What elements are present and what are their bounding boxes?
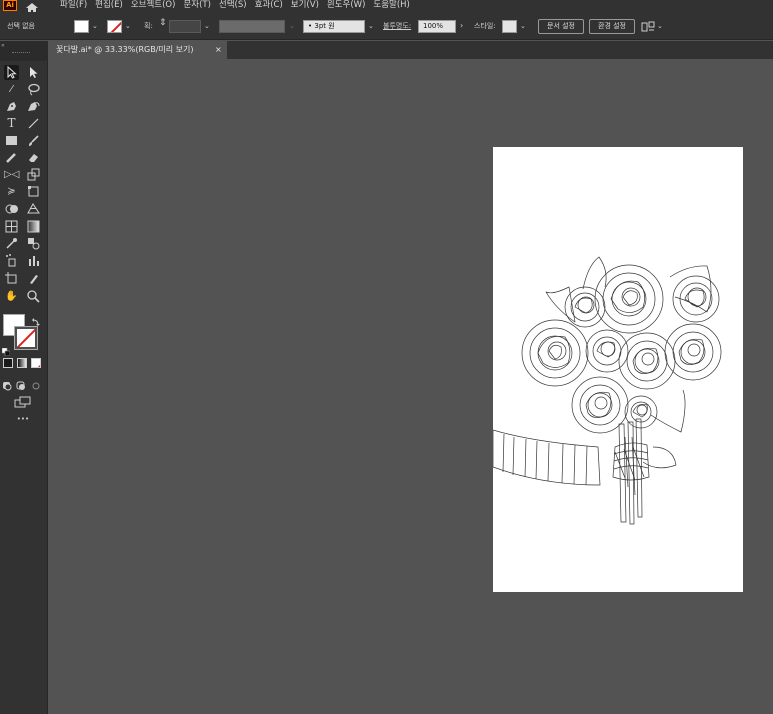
- mesh-tool-icon[interactable]: [4, 219, 19, 234]
- brush-definition[interactable]: • 3pt 원: [303, 20, 365, 33]
- color-mode-button[interactable]: [3, 358, 13, 368]
- column-graph-icon[interactable]: [26, 253, 41, 268]
- magic-wand-glyph: ⁄: [10, 84, 13, 95]
- symbol-sprayer-icon[interactable]: [4, 253, 19, 268]
- style-label: 스타일:: [474, 22, 496, 30]
- menu-items: 파일(F) 편집(E) 오브젝트(O) 문자(T) 선택(S) 효과(C) 보기…: [60, 0, 410, 11]
- line-tool-icon[interactable]: [26, 116, 41, 131]
- fill-swatch[interactable]: [74, 20, 89, 33]
- chevron-down-icon[interactable]: ⌄: [125, 21, 131, 31]
- gradient-mode-button[interactable]: [17, 358, 27, 368]
- shape-builder-icon[interactable]: [4, 201, 19, 216]
- close-icon[interactable]: ×: [215, 41, 222, 59]
- free-transform-icon[interactable]: [26, 184, 41, 199]
- menu-file[interactable]: 파일(F): [60, 0, 87, 11]
- document-tab-title: 꽃다발.ai* @ 33.33%(RGB/미리 보기): [56, 45, 194, 54]
- rectangle-tool-icon[interactable]: [4, 133, 19, 148]
- home-icon[interactable]: [24, 0, 40, 13]
- menu-bar: Ai 파일(F) 편집(E) 오브젝트(O) 문자(T) 선택(S) 효과(C)…: [0, 0, 773, 13]
- menu-window[interactable]: 윈도우(W): [327, 0, 366, 11]
- paintbrush-icon[interactable]: [26, 133, 41, 148]
- preferences-button[interactable]: 환경 설정: [589, 19, 635, 34]
- artboard-tool-icon[interactable]: [4, 271, 19, 286]
- document-tab[interactable]: 꽃다발.ai* @ 33.33%(RGB/미리 보기): [49, 41, 227, 59]
- stroke-weight-input[interactable]: [169, 20, 201, 33]
- style-swatch[interactable]: [502, 20, 517, 33]
- edit-toolbar-button[interactable]: •••: [14, 414, 32, 424]
- control-bar: 선택 없음 ⌄ ⌄ 획: ⇕ ⌄ ⌄ • 3pt 원 ⌄ 불투명도: 100% …: [0, 12, 773, 40]
- menu-help[interactable]: 도움말(H): [373, 0, 409, 11]
- width-glyph: ≽: [7, 186, 16, 197]
- chevron-down-icon: ⌄: [289, 22, 295, 30]
- pen-tool-icon[interactable]: [4, 99, 19, 114]
- type-tool-icon[interactable]: T: [4, 116, 19, 131]
- stroke-color-box[interactable]: [14, 326, 38, 350]
- scale-icon[interactable]: [26, 167, 41, 182]
- chevron-down-icon[interactable]: ⌄: [368, 21, 374, 31]
- menu-effect[interactable]: 효과(C): [255, 0, 283, 11]
- screen-mode-icon[interactable]: [14, 393, 32, 408]
- chevron-down-icon[interactable]: ⌄: [204, 21, 210, 31]
- stroke-weight-label: 획:: [144, 22, 153, 30]
- perspective-grid-icon[interactable]: [26, 201, 41, 216]
- gradient-tool-icon[interactable]: [26, 219, 41, 234]
- lasso-icon[interactable]: [26, 82, 41, 97]
- menu-view[interactable]: 보기(V): [291, 0, 319, 11]
- zoom-tool-icon[interactable]: [26, 289, 41, 304]
- canvas-area[interactable]: [49, 59, 773, 714]
- swap-colors-icon[interactable]: [31, 312, 41, 326]
- menu-object[interactable]: 오브젝트(O): [131, 0, 176, 11]
- hand-tool-icon[interactable]: ✋: [4, 289, 19, 304]
- eraser-icon[interactable]: [26, 150, 41, 165]
- variable-width-profile[interactable]: [219, 20, 285, 33]
- opacity-input[interactable]: 100%: [418, 20, 456, 33]
- panel-grip[interactable]: [12, 52, 30, 54]
- shaper-icon[interactable]: [4, 150, 19, 165]
- direct-selection-tool-icon[interactable]: [26, 65, 41, 80]
- menu-edit[interactable]: 편집(E): [95, 0, 123, 11]
- arrange-documents-icon[interactable]: [641, 19, 655, 33]
- tools-panel-header: «: [0, 41, 48, 61]
- tools-panel: « ⁄ T ▷◁ ≽ ✋ •••: [0, 41, 48, 714]
- rotate-icon[interactable]: ▷◁: [4, 167, 19, 182]
- brush-value: 3pt 원: [314, 22, 335, 30]
- menu-select[interactable]: 선택(S): [219, 0, 247, 11]
- rotate-glyph: ▷◁: [4, 169, 20, 180]
- eyedropper-icon[interactable]: [4, 236, 19, 251]
- bouquet-artwork: [493, 256, 722, 525]
- opacity-label[interactable]: 불투명도:: [383, 12, 411, 40]
- chevron-down-icon[interactable]: ⌄: [92, 21, 98, 31]
- selection-tool-icon[interactable]: [4, 65, 19, 80]
- app-logo: Ai: [3, 0, 17, 11]
- menu-type[interactable]: 문자(T): [183, 0, 210, 11]
- slice-tool-icon[interactable]: [26, 271, 41, 286]
- stepper-icon[interactable]: ⇕: [159, 18, 167, 28]
- curvature-tool-icon[interactable]: [26, 99, 41, 114]
- stroke-swatch[interactable]: [107, 20, 122, 33]
- collapse-icon[interactable]: «: [1, 42, 5, 49]
- document-tab-bar: 꽃다발.ai* @ 33.33%(RGB/미리 보기) ×: [49, 41, 773, 59]
- type-glyph: T: [7, 116, 16, 130]
- width-tool-icon[interactable]: ≽: [4, 184, 19, 199]
- chevron-down-icon[interactable]: ⌄: [520, 21, 526, 31]
- chevron-right-icon[interactable]: ›: [460, 21, 463, 31]
- hand-glyph: ✋: [5, 291, 18, 302]
- magic-wand-icon[interactable]: ⁄: [4, 82, 19, 97]
- blend-tool-icon[interactable]: [26, 236, 41, 251]
- draw-mode-icons[interactable]: [3, 376, 41, 391]
- none-mode-button[interactable]: [31, 358, 41, 368]
- chevron-down-icon[interactable]: ⌄: [657, 21, 663, 31]
- artboard[interactable]: [493, 147, 743, 592]
- doc-setup-button[interactable]: 문서 설정: [538, 19, 584, 34]
- default-colors-icon[interactable]: [1, 341, 11, 357]
- selection-status: 선택 없음: [7, 22, 35, 30]
